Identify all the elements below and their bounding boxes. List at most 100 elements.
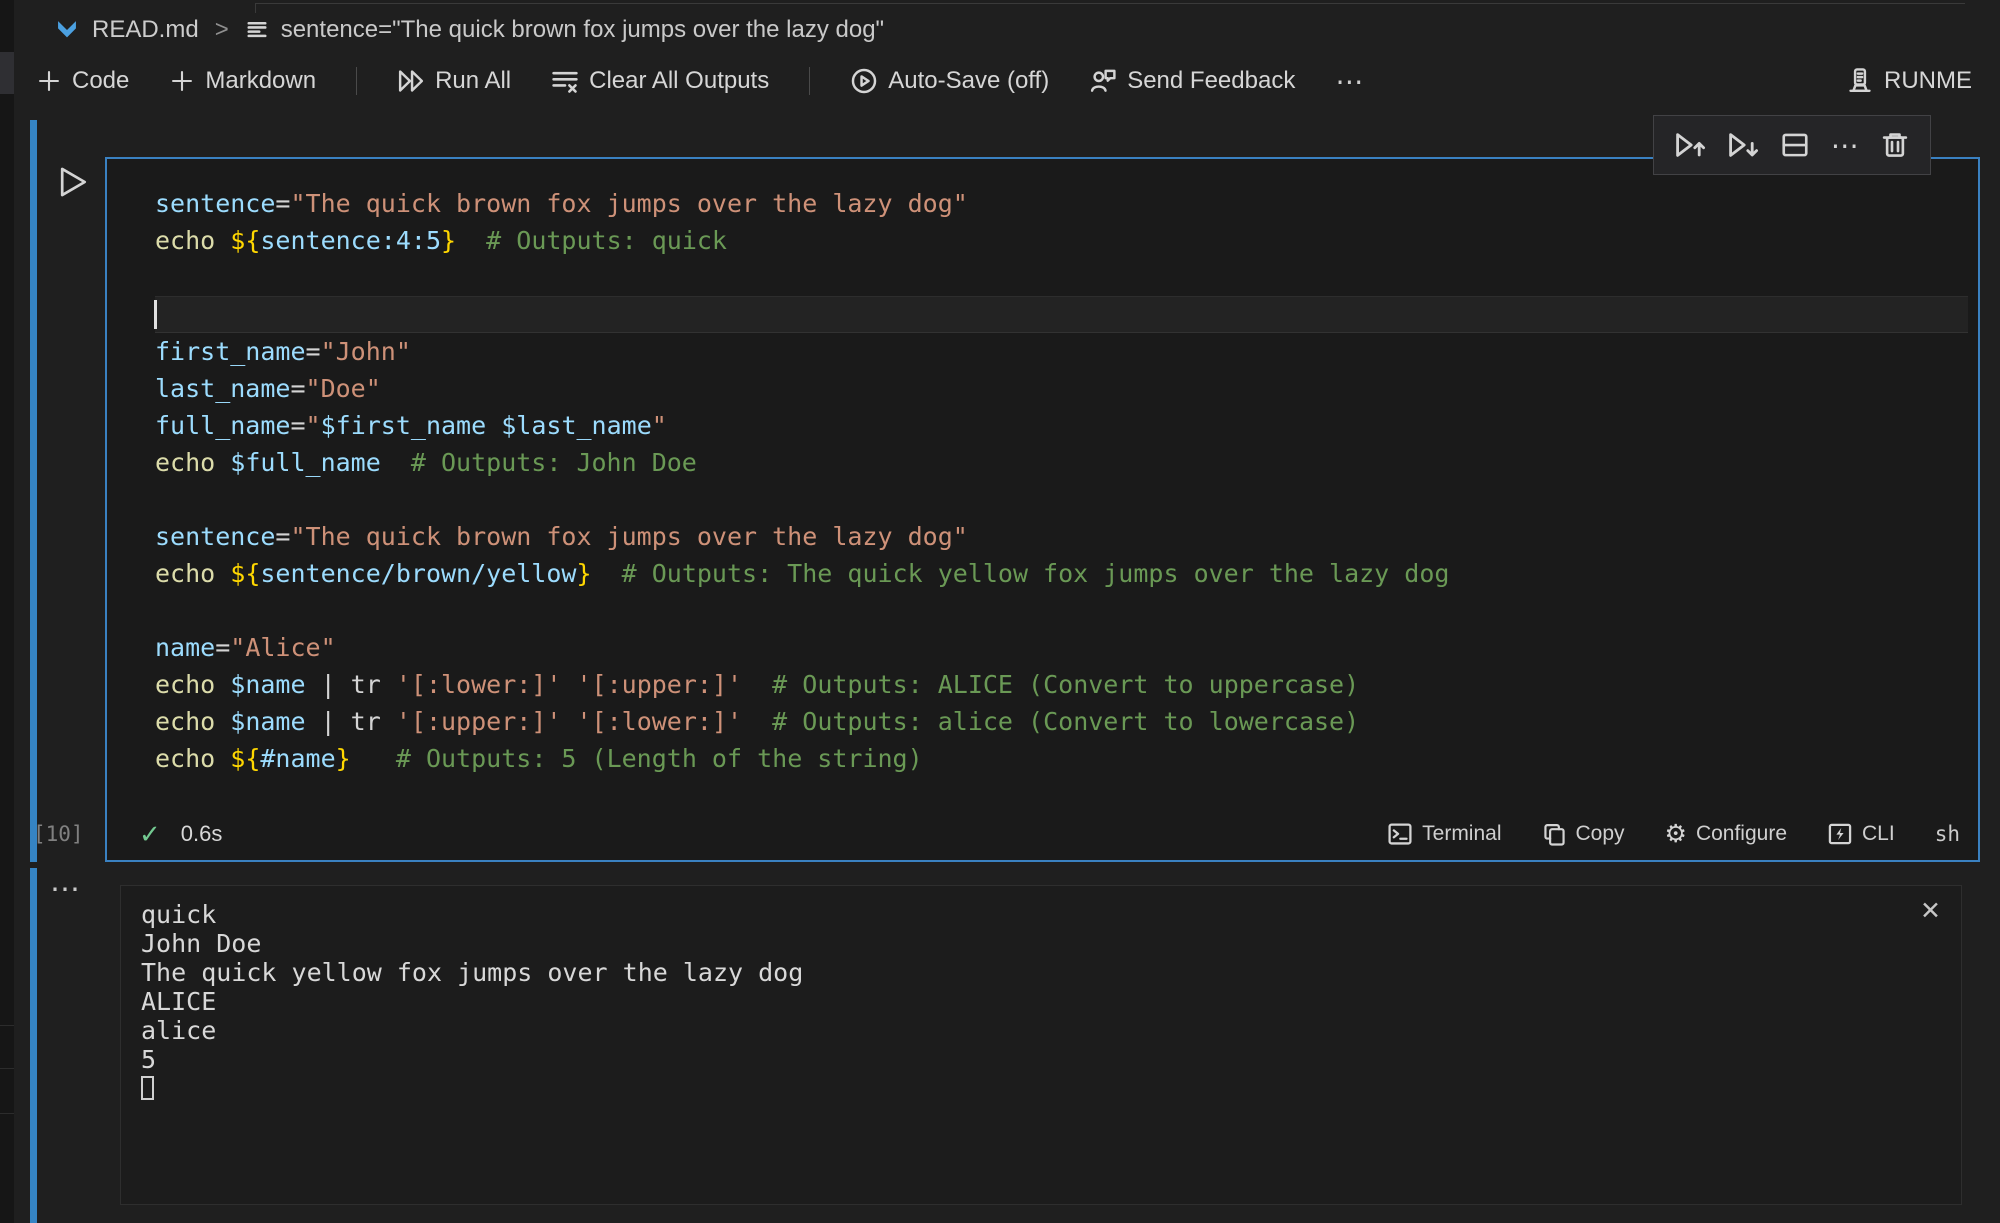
cell-language-picker[interactable]: sh [1935,822,1960,846]
code-token: echo [155,670,230,699]
code-token: "The quick brown fox jumps over the lazy… [290,189,967,218]
output-line [141,1074,1941,1103]
output-line: The quick yellow fox jumps over the lazy… [141,958,1941,987]
code-line[interactable]: sentence="The quick brown fox jumps over… [155,185,1958,222]
code-token: $full_name [230,448,381,477]
code-token: echo [155,559,230,588]
code-line[interactable]: name="Alice" [155,629,1958,666]
code-line[interactable] [155,259,1958,296]
copy-button[interactable]: Copy [1542,822,1625,847]
code-token: echo [155,707,230,736]
code-token: sentence [155,189,275,218]
execute-below-icon[interactable] [1727,129,1759,161]
output-text: quickJohn DoeThe quick yellow fox jumps … [121,886,1961,1117]
send-feedback-label: Send Feedback [1127,67,1295,95]
code-token: = [215,633,230,662]
code-token: $first_name [321,411,487,440]
run-all-icon [397,67,425,95]
split-cell-icon[interactable] [1780,130,1810,160]
activity-strip [0,0,14,1223]
terminal-cursor [141,1076,154,1100]
code-token: "John" [321,337,411,366]
code-token: # Outputs: quick [456,226,727,255]
code-token: = [275,189,290,218]
runme-extension-button[interactable]: RUNME [1846,67,1972,95]
add-code-button[interactable]: Code [36,67,129,95]
terminal-label: Terminal [1422,822,1501,846]
plus-icon [36,68,62,94]
code-cell: sentence="The quick brown fox jumps over… [105,157,1980,862]
code-token: = [306,337,321,366]
runme-notebook-window: READ.md > sentence="The quick brown fox … [0,0,2000,1223]
toolbar-more-button[interactable]: ⋯ [1335,65,1363,98]
code-token: name [155,633,215,662]
cell-focus-bar [30,120,37,862]
code-token: echo [155,226,230,255]
terminal-icon [1387,821,1413,847]
code-line[interactable] [155,481,1958,518]
code-line[interactable]: echo ${#name} # Outputs: 5 (Length of th… [155,740,1958,777]
feedback-icon [1089,67,1117,95]
execution-count: [10] [33,822,84,846]
runme-file-icon [54,17,80,43]
code-line[interactable]: echo ${sentence:4:5} # Outputs: quick [155,222,1958,259]
cell-toolbar: ⋯ [1653,115,1931,175]
execution-duration: 0.6s [181,821,223,847]
code-token: # Outputs: 5 (Length of the string) [351,744,923,773]
cell-output-panel: quickJohn DoeThe quick yellow fox jumps … [120,885,1962,1205]
cli-label: CLI [1862,822,1895,846]
code-token: sentence [155,522,275,551]
send-feedback-button[interactable]: Send Feedback [1089,67,1295,95]
clear-outputs-icon [551,67,579,95]
execute-above-icon[interactable] [1674,129,1706,161]
cell-status-bar: ✓ 0.6s Terminal Copy ⚙ Configure CLI [107,808,1978,860]
toolbar-divider [356,67,357,95]
breadcrumb-separator: > [211,16,233,44]
code-line[interactable]: echo ${sentence/brown/yellow} # Outputs:… [155,555,1958,592]
code-token: # Outputs: The quick yellow fox jumps ov… [592,559,1450,588]
code-editor[interactable]: sentence="The quick brown fox jumps over… [107,159,1978,808]
delete-cell-icon[interactable] [1880,130,1910,160]
cell-more-actions-button[interactable]: ⋯ [1831,129,1859,162]
breadcrumb-cell-label[interactable]: sentence="The quick brown fox jumps over… [281,16,884,44]
code-line[interactable]: sentence="The quick brown fox jumps over… [155,518,1958,555]
output-line: John Doe [141,929,1941,958]
code-line[interactable]: echo $name | tr '[:upper:]' '[:lower:]' … [155,703,1958,740]
auto-save-button[interactable]: Auto-Save (off) [850,67,1049,95]
code-token: echo [155,448,230,477]
strip-divider [0,1113,14,1114]
breadcrumb-file[interactable]: READ.md [92,16,199,44]
run-cell-button[interactable] [55,164,91,200]
code-token: $name [230,670,305,699]
code-token [561,670,576,699]
cell-symbol-icon [245,18,269,42]
run-all-button[interactable]: Run All [397,67,511,95]
code-line[interactable]: echo $full_name # Outputs: John Doe [155,444,1958,481]
code-token: full_name [155,411,290,440]
code-line[interactable]: echo $name | tr '[:lower:]' '[:upper:]' … [155,666,1958,703]
code-token [486,411,501,440]
configure-button[interactable]: ⚙ Configure [1665,822,1787,847]
code-line[interactable] [155,296,1968,333]
code-token: first_name [155,337,306,366]
code-token: '[:upper:]' [396,707,562,736]
close-output-icon[interactable]: ✕ [1920,896,1941,926]
cli-button[interactable]: CLI [1827,821,1895,847]
code-token: "The quick brown fox jumps over the lazy… [290,522,967,551]
terminal-button[interactable]: Terminal [1387,821,1501,847]
code-token: sentence/brown/yellow [260,559,576,588]
code-token: " [306,411,321,440]
runme-label: RUNME [1884,67,1972,95]
code-token: $last_name [501,411,652,440]
code-line[interactable]: last_name="Doe" [155,370,1958,407]
clear-all-outputs-button[interactable]: Clear All Outputs [551,67,769,95]
notebook-toolbar: Code Markdown Run All Clear All Outputs … [14,56,2000,106]
code-token [561,707,576,736]
code-line[interactable] [155,592,1958,629]
code-line[interactable]: first_name="John" [155,333,1958,370]
output-line: alice [141,1016,1941,1045]
output-collapse-button[interactable]: ⋯ [50,872,80,907]
add-markdown-button[interactable]: Markdown [169,67,316,95]
code-line[interactable]: full_name="$first_name $last_name" [155,407,1958,444]
copy-label: Copy [1576,822,1625,846]
